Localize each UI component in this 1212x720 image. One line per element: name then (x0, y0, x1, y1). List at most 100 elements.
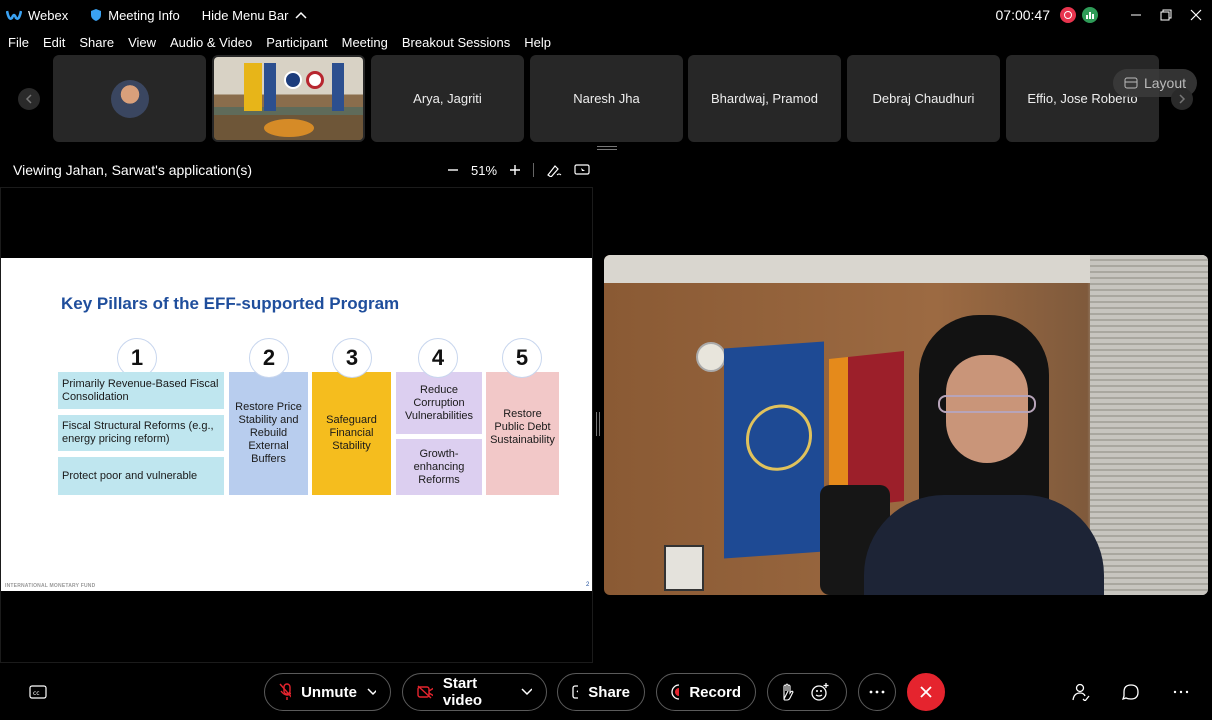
chevron-right-icon (1179, 94, 1186, 104)
participant-name: Debraj Chaudhuri (872, 91, 975, 106)
imf-flag (724, 341, 824, 559)
menu-bar: File Edit Share View Audio & Video Parti… (0, 31, 557, 53)
hide-menu-label: Hide Menu Bar (201, 7, 289, 23)
menu-file[interactable]: File (8, 35, 29, 50)
participant-tile[interactable]: Debraj Chaudhuri (847, 55, 1000, 142)
presentation-slide: Key Pillars of the EFF-supported Program… (1, 258, 592, 591)
shield-icon (91, 9, 102, 21)
pillar-number: 5 (502, 338, 542, 378)
pillar-1-item: Fiscal Structural Reforms (e.g., energy … (58, 415, 224, 451)
reactions-group (767, 673, 847, 711)
slide-page-number: 2 (586, 582, 590, 588)
title-bar: Webex Meeting Info Hide Menu Bar 07:00:4… (0, 0, 1212, 30)
meeting-clock: 07:00:47 (995, 7, 1051, 23)
meeting-info-label: Meeting Info (108, 7, 180, 23)
pillar-number: 2 (249, 338, 289, 378)
chevron-left-icon (25, 94, 32, 104)
video-off-icon (417, 685, 433, 699)
menu-breakout-sessions[interactable]: Breakout Sessions (402, 35, 510, 50)
minimize-button[interactable] (1122, 1, 1150, 29)
participant-tile[interactable]: Bhardwaj, Pramod (688, 55, 841, 142)
restore-button[interactable] (1152, 1, 1180, 29)
avatar (110, 79, 149, 118)
split-resize-handle[interactable] (596, 412, 600, 436)
pillar-number: 3 (332, 338, 372, 378)
menu-edit[interactable]: Edit (43, 35, 65, 50)
share-button[interactable]: Share (557, 673, 645, 711)
svg-text:cc: cc (33, 690, 40, 697)
menu-help[interactable]: Help (524, 35, 551, 50)
pillar-4-item: Reduce Corruption Vulnerabilities (396, 372, 482, 434)
participant-tile-room-video[interactable] (212, 55, 365, 142)
layout-icon (1124, 77, 1138, 89)
participants-icon (1072, 683, 1090, 701)
chevron-up-icon (294, 11, 307, 19)
pillar-1-item: Protect poor and vulnerable (58, 457, 224, 495)
participant-name: Naresh Jha (573, 91, 640, 106)
menu-participant[interactable]: Participant (266, 35, 327, 50)
chevron-down-icon[interactable] (367, 688, 376, 696)
raise-hand-icon[interactable] (780, 683, 794, 701)
strip-prev-button[interactable] (18, 88, 40, 110)
menu-share[interactable]: Share (79, 35, 114, 50)
share-screen-icon (572, 685, 579, 699)
zoom-level: 51% (471, 162, 498, 178)
meeting-info-button[interactable]: Meeting Info (90, 8, 180, 23)
leave-meeting-button[interactable] (907, 673, 945, 711)
network-stats-icon[interactable] (1082, 7, 1098, 23)
more-options-button[interactable] (858, 673, 896, 711)
participants-panel-button[interactable] (1071, 682, 1091, 702)
close-window-button[interactable] (1182, 1, 1210, 29)
participant-strip: Arya, Jagriti Naresh Jha Bhardwaj, Pramo… (0, 55, 1212, 143)
remote-control-icon[interactable] (574, 163, 590, 177)
webex-logo: Webex (6, 8, 68, 23)
participant-tile[interactable]: Arya, Jagriti (371, 55, 524, 142)
zoom-in-icon[interactable] (509, 164, 521, 176)
zoom-controls: 51% (447, 160, 590, 180)
unmute-label: Unmute (301, 683, 357, 701)
closed-captions-icon: cc (29, 685, 47, 699)
start-video-button[interactable]: Start video (402, 673, 547, 711)
pillar-number: 4 (418, 338, 458, 378)
strip-resize-handle[interactable] (597, 146, 617, 150)
active-speaker-video[interactable] (604, 255, 1208, 595)
more-horizontal-icon (1173, 690, 1189, 694)
slide-title: Key Pillars of the EFF-supported Program (61, 294, 400, 313)
menu-audio-video[interactable]: Audio & Video (170, 35, 252, 50)
record-icon (671, 684, 680, 700)
close-icon (920, 686, 932, 698)
participant-tile[interactable]: Naresh Jha (530, 55, 683, 142)
zoom-out-icon[interactable] (447, 164, 459, 176)
minimize-icon (1131, 14, 1141, 16)
chat-panel-button[interactable] (1121, 682, 1141, 702)
participant-name: Arya, Jagriti (413, 91, 482, 106)
more-panels-button[interactable] (1171, 682, 1191, 702)
slide-footer: INTERNATIONAL MONETARY FUND (5, 583, 96, 589)
record-label: Record (689, 683, 741, 701)
menu-meeting[interactable]: Meeting (342, 35, 388, 50)
chat-icon (1122, 684, 1139, 701)
pillar-4-item: Growth-enhancing Reforms (396, 439, 482, 495)
pillar-2-box: Restore Price Stability and Rebuild Exte… (229, 372, 308, 495)
annotate-icon[interactable] (546, 163, 562, 177)
captions-button[interactable]: cc (28, 682, 48, 702)
webex-icon (6, 10, 22, 20)
viewing-label: Viewing Jahan, Sarwat's application(s) (13, 162, 252, 178)
speaker (864, 315, 1104, 595)
pillar-1-item: Primarily Revenue-Based Fiscal Consolida… (58, 372, 224, 409)
microphone-muted-icon (279, 683, 292, 700)
recording-indicator-icon[interactable] (1060, 7, 1076, 23)
bottom-toolbar: cc Unmute Start video Share Record (0, 670, 1212, 714)
more-horizontal-icon (869, 690, 885, 694)
hide-menu-bar-button[interactable]: Hide Menu Bar (202, 8, 307, 23)
record-button[interactable]: Record (656, 673, 756, 711)
app-name: Webex (28, 7, 69, 23)
participant-tile-avatar[interactable] (53, 55, 206, 142)
chevron-down-icon[interactable] (521, 688, 533, 696)
close-icon (1190, 9, 1202, 21)
unmute-button[interactable]: Unmute (264, 673, 391, 711)
menu-view[interactable]: View (128, 35, 156, 50)
share-label: Share (588, 683, 630, 701)
strip-next-button[interactable] (1171, 88, 1193, 110)
emoji-reactions-icon[interactable] (810, 682, 830, 702)
